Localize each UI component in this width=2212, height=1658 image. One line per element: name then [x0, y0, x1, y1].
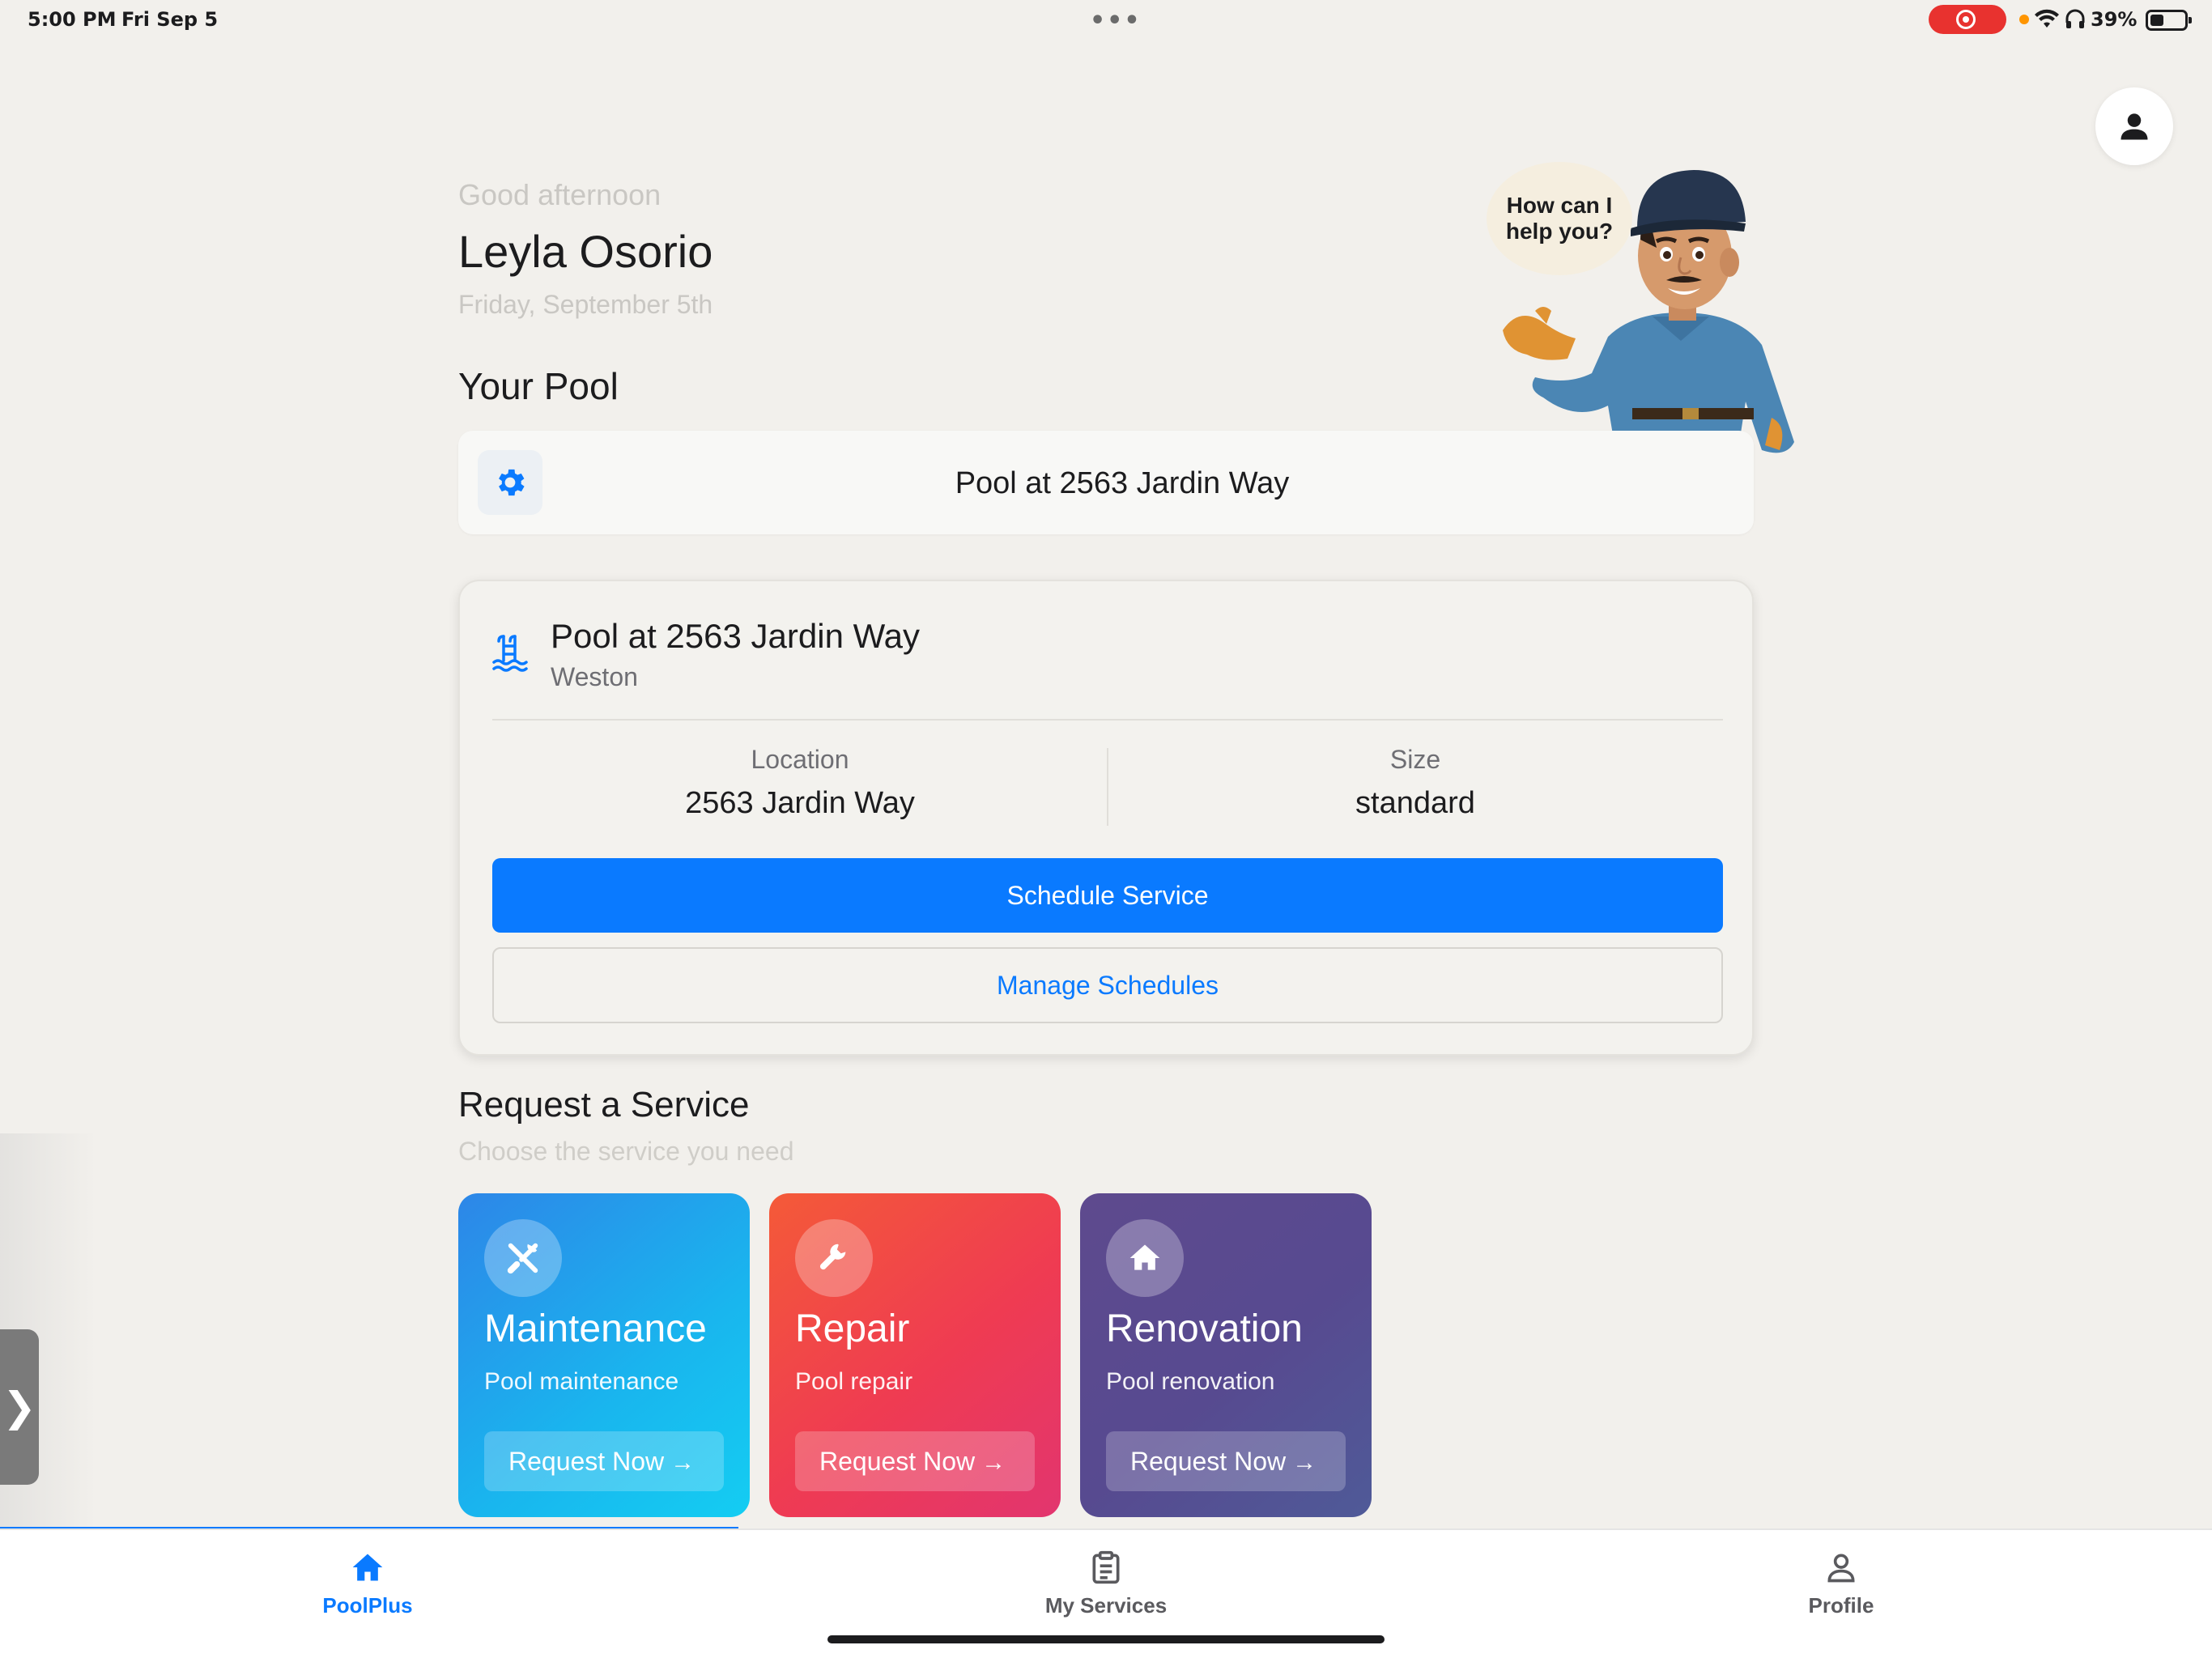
clipboard-icon [1092, 1550, 1120, 1584]
arrow-right-icon: → [670, 1449, 696, 1476]
pool-ladder-icon [492, 635, 528, 672]
status-date: Fri Sep 5 [121, 8, 219, 31]
multitask-dots[interactable]: ••• [1090, 6, 1142, 35]
pool-selector[interactable]: Pool at 2563 Jardin Way [458, 431, 1754, 534]
renovation-request-button[interactable]: Request Now → [1106, 1431, 1346, 1491]
maintenance-card[interactable]: Maintenance Pool maintenance Request Now… [458, 1193, 750, 1517]
profile-avatar-button[interactable] [2095, 87, 2173, 165]
tab-my-services-label: My Services [1044, 1593, 1168, 1618]
person-icon [1827, 1554, 1855, 1583]
location-label: Location [751, 745, 849, 774]
wrench-icon [795, 1219, 873, 1297]
person-icon [2121, 113, 2148, 140]
battery-percent: 39% [2091, 8, 2138, 31]
tab-poolplus[interactable]: PoolPlus [246, 1550, 489, 1618]
manage-schedules-button[interactable]: Manage Schedules [492, 947, 1723, 1023]
screen-recording-indicator[interactable] [1929, 5, 2006, 34]
size-info: Size standard [1108, 745, 1723, 821]
wifi-icon [2035, 9, 2059, 28]
renovation-subtitle: Pool renovation [1106, 1368, 1275, 1395]
home-indicator[interactable] [827, 1635, 1385, 1643]
repair-subtitle: Pool repair [795, 1368, 913, 1395]
status-bar: 5:00 PM Fri Sep 5 ••• 39% [0, 0, 2212, 39]
repair-title: Repair [795, 1307, 910, 1350]
maintenance-subtitle: Pool maintenance [484, 1368, 679, 1395]
renovation-request-label: Request Now [1130, 1447, 1287, 1476]
schedule-service-button[interactable]: Schedule Service [492, 858, 1723, 933]
size-label: Size [1389, 745, 1441, 774]
size-value: standard [1355, 786, 1475, 820]
arrow-right-icon: → [1292, 1449, 1317, 1476]
card-divider [492, 719, 1723, 721]
greeting: Good afternoon [458, 178, 661, 211]
renovation-title: Renovation [1106, 1307, 1303, 1350]
repair-request-label: Request Now [819, 1447, 976, 1476]
tab-profile[interactable]: Profile [1720, 1550, 1963, 1618]
status-time: 5:00 PM [28, 8, 117, 31]
arrow-right-icon: → [981, 1449, 1006, 1476]
mascot-speech-bubble[interactable]: How can I help you? [1487, 162, 1632, 275]
chevron-right-icon: ❯ [2, 1384, 36, 1431]
maintenance-request-button[interactable]: Request Now → [484, 1431, 724, 1491]
user-name: Leyla Osorio [458, 226, 713, 277]
repair-request-button[interactable]: Request Now → [795, 1431, 1035, 1491]
repair-card[interactable]: Repair Pool repair Request Now → [769, 1193, 1061, 1517]
tools-icon [484, 1219, 562, 1297]
side-panel-handle[interactable]: ❯ [0, 1329, 39, 1485]
tab-profile-label: Profile [1808, 1593, 1874, 1618]
tab-my-services[interactable]: My Services [985, 1550, 1227, 1618]
home-icon [1106, 1219, 1184, 1297]
your-pool-heading: Your Pool [458, 365, 619, 407]
battery-icon [2146, 10, 2192, 31]
tab-poolplus-label: PoolPlus [322, 1593, 413, 1618]
mascot-speech-text: How can I help you? [1505, 193, 1614, 244]
headphones-icon [2065, 9, 2085, 28]
request-service-subtitle: Choose the service you need [458, 1137, 794, 1166]
home-icon [352, 1554, 383, 1581]
renovation-card[interactable]: Renovation Pool renovation Request Now → [1080, 1193, 1372, 1517]
pool-card: Pool at 2563 Jardin Way Weston Location … [458, 580, 1754, 1056]
request-service-heading: Request a Service [458, 1085, 750, 1124]
mic-indicator-dot [2019, 15, 2029, 24]
current-date: Friday, September 5th [458, 290, 713, 319]
maintenance-request-label: Request Now [508, 1447, 665, 1476]
maintenance-title: Maintenance [484, 1307, 707, 1350]
location-info: Location 2563 Jardin Way [492, 745, 1108, 821]
pool-card-city: Weston [551, 662, 638, 691]
location-value: 2563 Jardin Way [685, 786, 915, 820]
selected-pool-label: Pool at 2563 Jardin Way [955, 466, 1290, 500]
pool-card-title: Pool at 2563 Jardin Way [551, 617, 921, 655]
